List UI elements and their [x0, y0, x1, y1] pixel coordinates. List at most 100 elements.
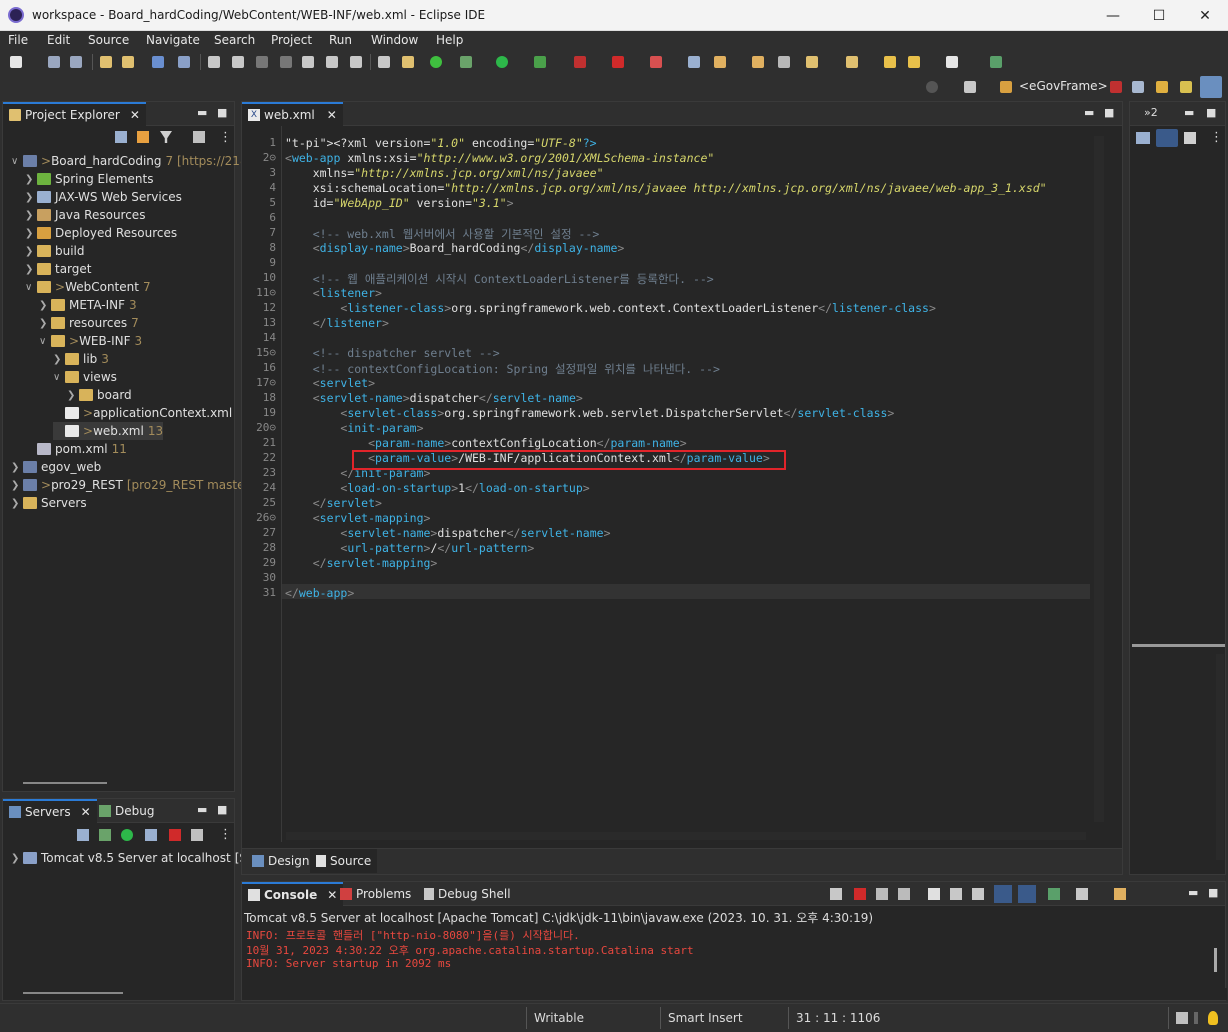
tab-debug[interactable]: Debug [93, 799, 160, 823]
ant-icon[interactable] [650, 56, 662, 68]
brush-icon[interactable] [714, 56, 726, 68]
search-icon[interactable] [926, 81, 938, 93]
chevron-right-icon[interactable]: ❯ [25, 228, 37, 239]
menu-run[interactable]: Run [329, 33, 352, 47]
code-line[interactable]: </web-app> [285, 586, 354, 600]
maximize-view-icon[interactable]: ■ [1206, 106, 1216, 119]
code-line[interactable]: <servlet-name>dispatcher</servlet-name> [285, 391, 583, 405]
code-line[interactable]: xmlns="http://xmlns.jcp.org/xml/ns/javae… [285, 166, 604, 180]
resume-icon[interactable] [208, 56, 220, 68]
show-stdout-icon[interactable] [994, 885, 1012, 903]
horizontal-scrollbar[interactable] [286, 832, 1086, 840]
open-folder-icon[interactable] [752, 56, 764, 68]
show-stderr-icon[interactable] [1018, 885, 1036, 903]
step-return-icon[interactable] [350, 56, 362, 68]
chevron-right-icon[interactable]: ❯ [25, 210, 37, 221]
chevron-right-icon[interactable]: ❯ [39, 318, 51, 329]
menu-navigate[interactable]: Navigate [146, 33, 200, 47]
task-list-icon[interactable] [1156, 129, 1178, 147]
link-editor-icon[interactable] [137, 131, 149, 143]
maximize-button[interactable]: ☐ [1136, 0, 1182, 31]
tree-item[interactable]: ❯ > pro29_REST [pro29_REST master] [11, 476, 254, 494]
step-over-icon[interactable] [326, 56, 338, 68]
horizontal-scrollbar[interactable] [23, 782, 107, 784]
close-icon[interactable]: ✕ [81, 805, 91, 819]
chevron-down-icon[interactable]: ∨ [25, 282, 37, 293]
save-icon[interactable] [48, 56, 60, 68]
tree-item[interactable]: ❯ egov_web [11, 458, 101, 476]
maximize-view-icon[interactable]: ■ [217, 106, 227, 119]
minimize-view-icon[interactable]: ▬ [1188, 886, 1198, 899]
menu-help[interactable]: Help [436, 33, 463, 47]
maximize-view-icon[interactable]: ■ [217, 803, 227, 816]
tab-debug-shell[interactable]: Debug Shell [418, 882, 517, 906]
code-line[interactable]: <display-name>Board_hardCoding</display-… [285, 241, 625, 255]
code-line[interactable]: <servlet> [285, 376, 375, 390]
javaee-perspective-icon[interactable] [1156, 81, 1168, 93]
tree-item[interactable]: ❯ META-INF 3 [39, 296, 137, 314]
remove-launch-icon[interactable] [876, 888, 888, 900]
save-all-icon[interactable] [70, 56, 82, 68]
tab-source[interactable]: Source [310, 849, 378, 873]
chevron-down-icon[interactable]: ∨ [39, 336, 51, 347]
chevron-right-icon[interactable]: ❯ [53, 354, 65, 365]
menu-file[interactable]: File [8, 33, 28, 47]
chevron-right-icon[interactable]: ❯ [25, 192, 37, 203]
tab-problems[interactable]: Problems [334, 882, 417, 906]
tab-design[interactable]: Design [246, 849, 315, 873]
scroll-lock-icon[interactable] [950, 888, 962, 900]
open-console-icon[interactable] [1114, 888, 1126, 900]
step-into-icon[interactable] [302, 56, 314, 68]
horizontal-scrollbar[interactable] [242, 988, 1227, 1000]
code-line[interactable]: <url-pattern>/</url-pattern> [285, 541, 534, 555]
notifications-icon[interactable] [1176, 1012, 1188, 1024]
code-line[interactable]: <web-app xmlns:xsi="http://www.w3.org/20… [285, 151, 714, 165]
code-line[interactable]: <!-- dispatcher servlet --> [285, 346, 500, 360]
pin-console-icon[interactable] [1048, 888, 1060, 900]
code-line[interactable]: <servlet-class>org.springframework.web.s… [285, 406, 894, 420]
more-options-icon[interactable]: ⋮ [219, 130, 232, 145]
vertical-scrollbar[interactable] [1216, 654, 1224, 860]
view-menu-icon[interactable] [193, 131, 205, 143]
tree-item[interactable]: ∨ > WEB-INF 3 [39, 332, 142, 350]
tab-project-explorer[interactable]: Project Explorer ✕ [3, 102, 146, 126]
code-line[interactable]: <load-on-startup>1</load-on-startup> [285, 481, 589, 495]
display-console-icon[interactable] [1076, 888, 1088, 900]
menu-source[interactable]: Source [88, 33, 129, 47]
terminal-icon[interactable] [152, 56, 164, 68]
tree-item[interactable]: ∨ views [53, 368, 117, 386]
next-annotation-icon[interactable] [806, 56, 818, 68]
tree-item[interactable]: pom.xml 11 [25, 440, 127, 458]
debug-icon[interactable] [460, 56, 472, 68]
skip-breakpoints-icon[interactable] [178, 56, 190, 68]
open-perspective-icon[interactable] [964, 81, 976, 93]
tree-item[interactable]: ❯ Java Resources [25, 206, 145, 224]
word-wrap-icon[interactable] [972, 888, 984, 900]
prev-annotation-icon[interactable] [846, 56, 858, 68]
tab-servers[interactable]: Servers ✕ [3, 799, 97, 823]
show-list-icon[interactable]: »2 [1144, 106, 1158, 119]
menu-window[interactable]: Window [371, 33, 418, 47]
filter-icon[interactable] [160, 131, 172, 143]
chevron-right-icon[interactable]: ❯ [11, 480, 23, 491]
more-options-icon[interactable]: ⋮ [1210, 130, 1223, 145]
debug-server-icon[interactable] [99, 829, 111, 841]
menu-search[interactable]: Search [214, 33, 255, 47]
maximize-view-icon[interactable]: ■ [1208, 886, 1218, 899]
server-start-icon[interactable] [430, 56, 442, 68]
collapse-all-icon[interactable] [115, 131, 127, 143]
stop-server-icon[interactable] [169, 829, 181, 841]
code-line[interactable]: </servlet-mapping> [285, 556, 438, 570]
more-options-icon[interactable]: ⋮ [219, 827, 232, 842]
minimize-view-icon[interactable]: ▬ [1084, 106, 1094, 119]
maximize-view-icon[interactable]: ■ [1104, 106, 1114, 119]
tree-item[interactable]: ❯ Servers [11, 494, 87, 512]
code-line[interactable]: <!-- contextConfigLocation: Spring 설정파일 … [285, 361, 720, 377]
close-icon[interactable]: ✕ [327, 108, 337, 122]
outline-icon[interactable] [1136, 132, 1150, 144]
lightbulb-icon[interactable] [1208, 1011, 1218, 1025]
terminate-icon[interactable] [854, 888, 866, 900]
panel-divider[interactable] [1132, 644, 1225, 647]
chevron-right-icon[interactable]: ❯ [25, 264, 37, 275]
web-perspective-icon[interactable] [1180, 81, 1192, 93]
